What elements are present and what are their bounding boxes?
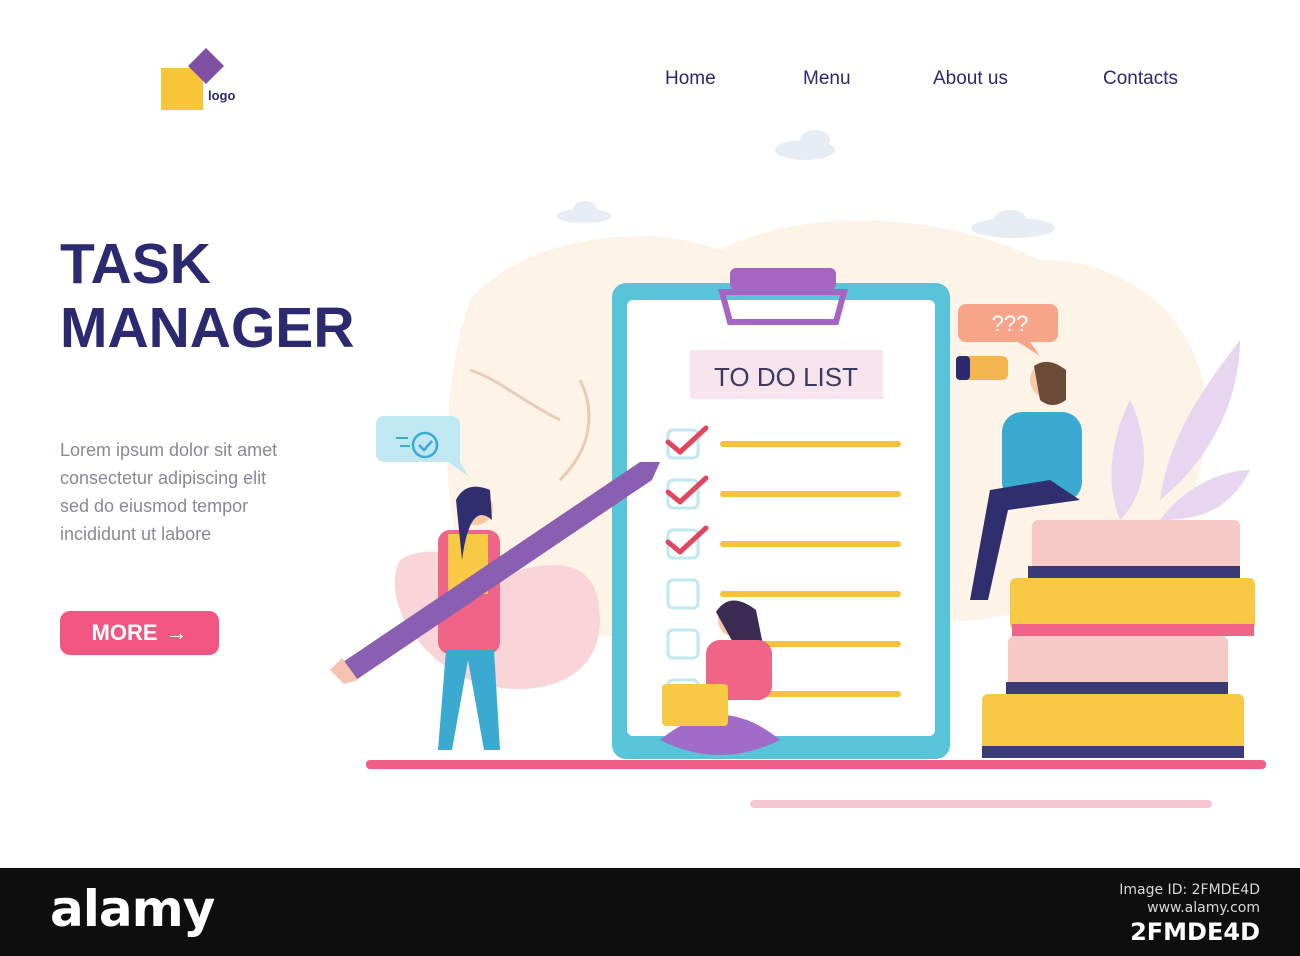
task-line [720, 541, 901, 547]
todo-title: TO DO LIST [714, 362, 858, 392]
clipboard-clip [730, 268, 836, 290]
watermark-image-id: 2FMDE4D [1130, 918, 1260, 946]
watermark-line2: www.alamy.com [1147, 900, 1260, 916]
speech-bubble-text: ??? [992, 311, 1029, 336]
cloud-icon [556, 130, 1055, 238]
landing-page: logo Home Menu About us Contacts TASK MA… [0, 0, 1300, 868]
task-illustration: TO DO LIST ??? [330, 130, 1266, 808]
watermark-footer: alamy Image ID: 2FMDE4D www.alamy.com 2F… [0, 868, 1300, 956]
task-line [720, 491, 901, 497]
task-line [720, 441, 901, 447]
task-line [720, 591, 901, 597]
watermark-info: Image ID: 2FMDE4D www.alamy.com 2FMDE4D [1119, 882, 1260, 946]
watermark-brand: alamy [50, 880, 215, 938]
ground-line-secondary [750, 800, 1212, 808]
laptop-icon [662, 684, 728, 726]
watermark-line1: Image ID: 2FMDE4D [1119, 882, 1260, 898]
ground-line [366, 760, 1266, 769]
